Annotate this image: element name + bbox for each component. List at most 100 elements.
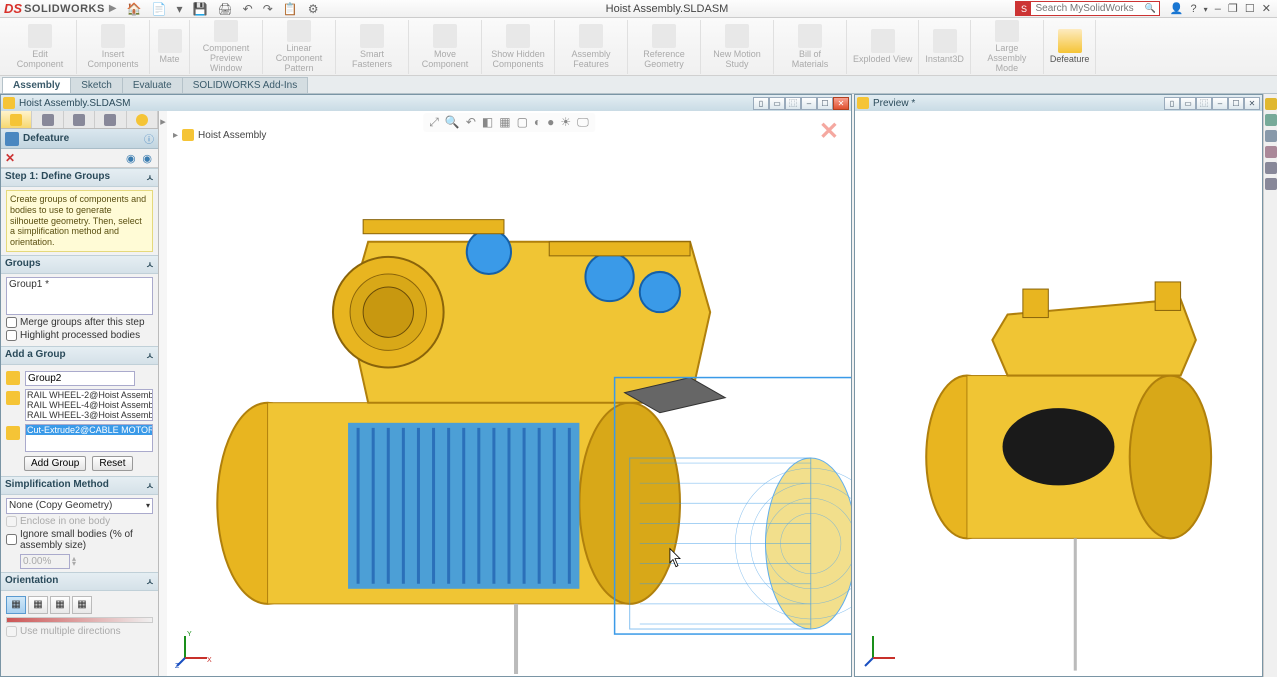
merge-checkbox-row[interactable]: Merge groups after this step [6, 317, 153, 328]
pm-tab-config[interactable] [64, 111, 95, 128]
search-input[interactable] [1031, 2, 1141, 15]
groups-listbox[interactable]: Group1 * [6, 277, 153, 315]
win-maximize-icon[interactable]: ☐ [1228, 97, 1244, 110]
design-library-icon[interactable] [1265, 114, 1277, 126]
appearance-icon[interactable]: ● [547, 115, 554, 130]
win-tile2-icon[interactable]: ▭ [769, 97, 785, 110]
tab-evaluate[interactable]: Evaluate [122, 77, 183, 93]
logo-chevron-icon[interactable]: ▶ [109, 3, 117, 14]
ribbon-defeature[interactable]: Defeature [1044, 20, 1097, 74]
pm-cancel-icon[interactable]: ✕ [5, 151, 15, 165]
breadcrumb[interactable]: ▸ Hoist Assembly [173, 129, 266, 141]
win-minimize-icon[interactable]: – [1212, 97, 1228, 110]
view-orient-icon[interactable]: ▦ [499, 115, 510, 130]
win-tile2-icon[interactable]: ▭ [1180, 97, 1196, 110]
merge-checkbox[interactable] [6, 317, 17, 328]
ignore-checkbox[interactable] [6, 534, 17, 545]
orientation-slider[interactable] [6, 617, 153, 623]
pm-tab-dimxpert[interactable] [95, 111, 126, 128]
orient-front-button[interactable]: ▦ [6, 596, 26, 614]
maximize-icon[interactable]: ☐ [1243, 3, 1257, 15]
ignore-checkbox-row[interactable]: Ignore small bodies (% of assembly size) [6, 529, 153, 551]
step-header[interactable]: Step 1: Define Groupsㅅ [1, 168, 158, 187]
graphics-viewport[interactable]: ⤢ 🔍 ↶ ◧ ▦ ▢ ◐ ● ☀ 🖵 ▸ Hoist Assembly ✕ [167, 111, 851, 676]
print-icon[interactable]: 🖨 [217, 2, 232, 16]
components-list[interactable]: RAIL WHEEL-2@Hoist AssembRAIL WHEEL-4@Ho… [25, 389, 153, 421]
pm-tab-display[interactable] [127, 111, 158, 128]
breadcrumb-expand-icon[interactable]: ▸ [173, 130, 178, 141]
win-minimize-icon[interactable]: – [801, 97, 817, 110]
groups-item[interactable]: Group1 * [8, 279, 151, 290]
save-all-icon[interactable]: 💾 [192, 2, 207, 16]
highlight-checkbox[interactable] [6, 330, 17, 341]
win-maximize-icon[interactable]: ☐ [817, 97, 833, 110]
new-icon[interactable]: 🏠 [127, 2, 142, 16]
custom-props-icon[interactable] [1265, 178, 1277, 190]
zoom-area-icon[interactable]: 🔍 [445, 115, 460, 130]
user-icon[interactable]: 👤 [1168, 3, 1186, 15]
group-name-input[interactable] [25, 371, 135, 386]
prev-view-icon[interactable]: ↶ [466, 115, 476, 130]
redo-icon[interactable]: ↷ [263, 2, 273, 16]
search-box[interactable]: S 🔍 [1015, 1, 1159, 16]
tab-assembly[interactable]: Assembly [2, 77, 71, 93]
add-group-button[interactable]: Add Group [24, 456, 86, 471]
simplification-header[interactable]: Simplification Methodㅅ [1, 476, 158, 495]
zoom-fit-icon[interactable]: ⤢ [429, 115, 439, 130]
orient-top-button[interactable]: ▦ [28, 596, 48, 614]
display-style-icon[interactable]: ▢ [517, 115, 528, 130]
component-item[interactable]: RAIL WHEEL-4@Hoist Assemb [26, 400, 152, 410]
pm-tab-property[interactable] [32, 111, 63, 128]
win-close-icon[interactable]: ✕ [1244, 97, 1260, 110]
open-icon[interactable]: 📄 [152, 2, 167, 16]
win-tile3-icon[interactable]: ⿲ [1196, 97, 1212, 110]
highlight-checkbox-row[interactable]: Highlight processed bodies [6, 330, 153, 341]
pm-prev-icon[interactable]: ◉ [124, 153, 138, 165]
resources-icon[interactable] [1265, 98, 1277, 110]
features-list[interactable]: Cut-Extrude2@CABLE MOTOR-1@ [25, 424, 153, 452]
minimize-icon[interactable]: – [1213, 3, 1223, 15]
view-settings-icon[interactable]: 🖵 [577, 115, 589, 130]
scene-icon[interactable]: ☀ [560, 115, 571, 130]
enclose-checkbox-row[interactable]: Enclose in one body [6, 516, 153, 527]
restore-icon[interactable]: ❐ [1226, 3, 1240, 15]
win-tile1-icon[interactable]: ▯ [753, 97, 769, 110]
view-palette-icon[interactable] [1265, 146, 1277, 158]
component-item[interactable]: RAIL WHEEL-2@Hoist Assemb [26, 390, 152, 400]
viewport-close-icon[interactable]: ✕ [819, 117, 839, 146]
undo-icon[interactable]: ↶ [243, 2, 253, 16]
orient-right-button[interactable]: ▦ [50, 596, 70, 614]
simplification-dropdown[interactable]: None (Copy Geometry) ▾ [6, 498, 153, 514]
features-selected-item[interactable]: Cut-Extrude2@CABLE MOTOR-1@ [26, 425, 152, 435]
rebuild-icon[interactable]: 📋 [283, 2, 298, 16]
tab-solidworks-add-ins[interactable]: SOLIDWORKS Add-Ins [182, 77, 308, 93]
section-icon[interactable]: ◧ [482, 115, 493, 130]
pm-tab-feature[interactable] [1, 111, 32, 128]
hide-show-icon[interactable]: ◐ [534, 115, 541, 130]
orientation-header[interactable]: Orientationㅅ [1, 572, 158, 591]
win-close-icon[interactable]: ✕ [833, 97, 849, 110]
groups-header[interactable]: Groupsㅅ [1, 255, 158, 274]
multi-dir-checkbox-row[interactable]: Use multiple directions [6, 626, 153, 637]
add-group-header[interactable]: Add a Groupㅅ [1, 346, 158, 365]
help-icon[interactable]: ? [1188, 3, 1198, 15]
help-chevron-icon[interactable]: ▾ [1202, 5, 1210, 14]
view-triad[interactable]: Y X Z [175, 628, 215, 668]
win-tile3-icon[interactable]: ⿲ [785, 97, 801, 110]
preview-triad[interactable] [863, 628, 903, 668]
orient-current-button[interactable]: ▦ [72, 596, 92, 614]
pm-help-icon[interactable]: ⓘ [144, 131, 154, 146]
appearances-icon[interactable] [1265, 162, 1277, 174]
component-item[interactable]: RAIL WHEEL-3@Hoist Assemb [26, 410, 152, 420]
reset-button[interactable]: Reset [92, 456, 132, 471]
file-explorer-icon[interactable] [1265, 130, 1277, 142]
preview-viewport[interactable] [855, 111, 1262, 676]
pm-next-icon[interactable]: ◉ [140, 153, 154, 165]
tab-sketch[interactable]: Sketch [70, 77, 123, 93]
search-icon[interactable]: 🔍 [1141, 3, 1158, 14]
options-icon[interactable]: ⚙ [308, 2, 319, 16]
close-icon[interactable]: ✕ [1260, 3, 1273, 15]
panel-splitter[interactable]: ▸ [159, 111, 167, 676]
win-tile1-icon[interactable]: ▯ [1164, 97, 1180, 110]
save-icon[interactable]: ▾ [176, 2, 182, 16]
